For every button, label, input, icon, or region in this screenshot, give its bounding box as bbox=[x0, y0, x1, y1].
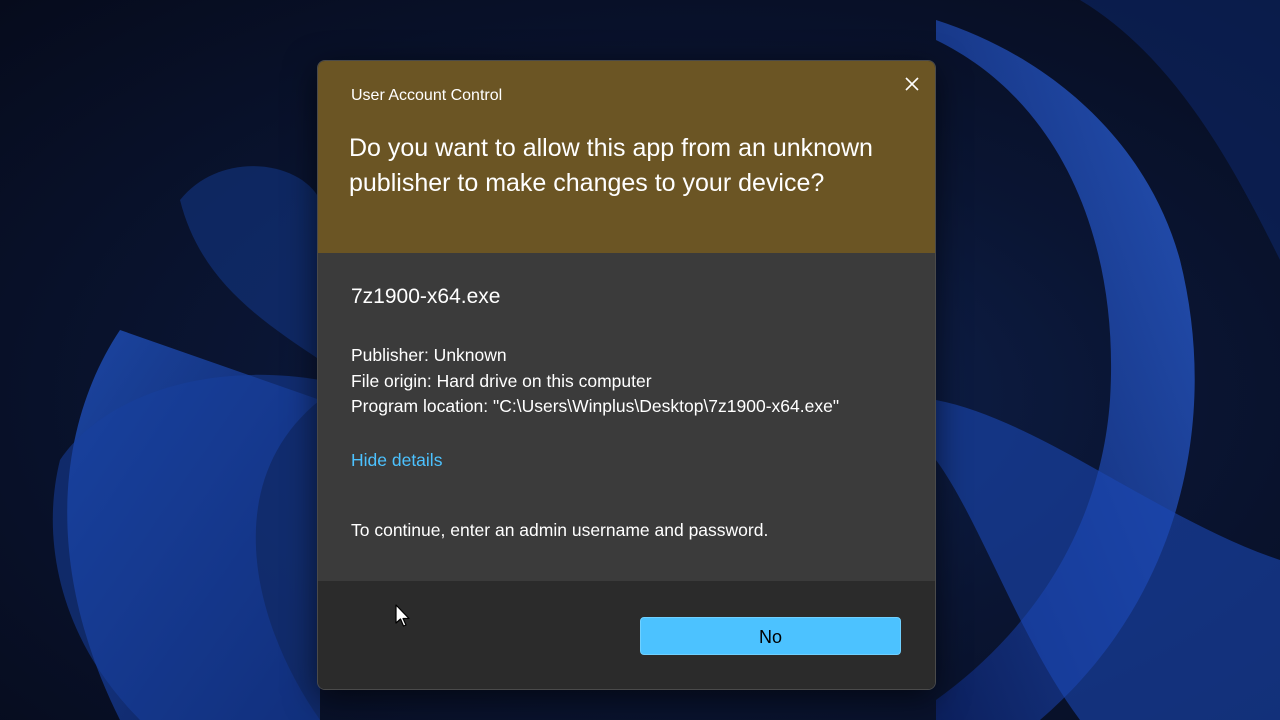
dialog-header: User Account Control Do you want to allo… bbox=[318, 61, 935, 253]
mouse-pointer-icon bbox=[395, 604, 410, 627]
uac-question: Do you want to allow this app from an un… bbox=[349, 134, 873, 197]
publisher-text: Publisher: Unknown bbox=[351, 345, 507, 365]
hide-details-link[interactable]: Hide details bbox=[351, 450, 442, 471]
file-origin-text: File origin: Hard drive on this computer bbox=[351, 370, 652, 391]
program-location-text: Program location: "C:\Users\Winplus\Desk… bbox=[351, 396, 840, 416]
window-title: User Account Control bbox=[351, 87, 503, 104]
dialog-body: 7z1900-x64.exe Publisher: Unknown File o… bbox=[318, 253, 935, 581]
program-details: Publisher: Unknown File origin: Hard dri… bbox=[351, 343, 839, 420]
dialog-footer: No bbox=[318, 581, 935, 689]
uac-dialog: User Account Control Do you want to allo… bbox=[317, 60, 936, 690]
instruction-text: To continue, enter an admin username and… bbox=[351, 520, 769, 540]
no-button[interactable]: No bbox=[640, 617, 901, 655]
program-name: 7z1900-x64.exe bbox=[351, 285, 501, 308]
close-icon[interactable] bbox=[901, 73, 923, 95]
desktop: User Account Control Do you want to allo… bbox=[0, 0, 1280, 720]
